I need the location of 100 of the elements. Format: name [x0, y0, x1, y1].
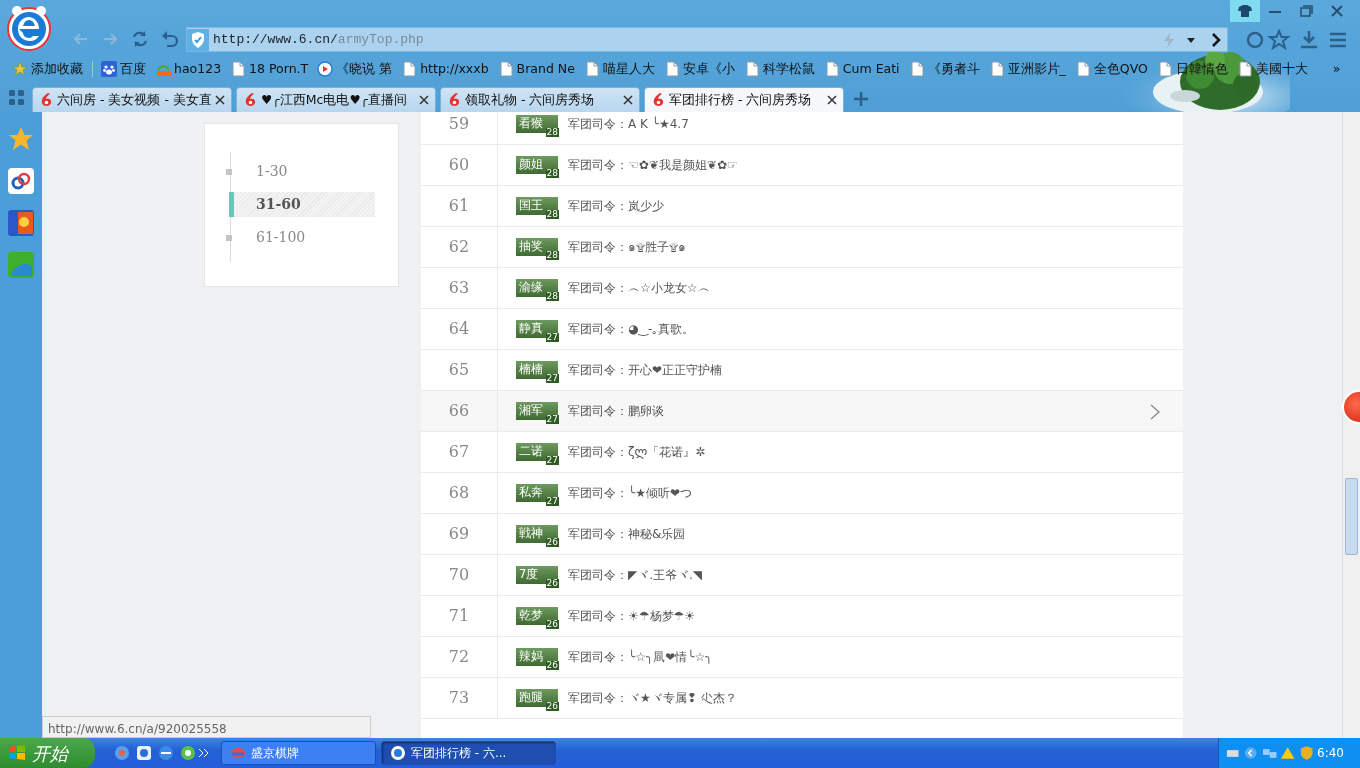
browser-icon[interactable] — [179, 744, 197, 762]
app-icon[interactable] — [135, 744, 153, 762]
warning-icon[interactable] — [1280, 745, 1296, 761]
rank-number: 64 — [421, 309, 498, 349]
bookmark[interactable]: 《晓说 第 — [313, 59, 398, 79]
taskbar-button[interactable]: 军团排行榜 - 六... — [381, 741, 556, 765]
badge-text: 看猴 — [519, 116, 543, 131]
close-icon[interactable] — [827, 95, 837, 105]
badge-level: 28 — [545, 169, 559, 178]
ranking-row[interactable]: 68 私奔 27 军团司令：╰★倾听❤つ — [421, 473, 1183, 514]
rank-number: 59 — [421, 112, 498, 144]
ranking-row[interactable]: 63 渝缘 28 军团司令：︵☆小龙女☆︵ — [421, 268, 1183, 309]
ranking-row[interactable]: 61 国王 28 军团司令：岚少少 — [421, 186, 1183, 227]
star-icon[interactable] — [1266, 27, 1292, 53]
ranking-row[interactable]: 70 7度 26 军团司令：◤ヾ.王爷ヾ.◥ — [421, 555, 1183, 596]
badge-level: 27 — [545, 333, 559, 342]
commander-name: 军团司令：︵☆小龙女☆︵ — [568, 280, 710, 297]
badge-level: 26 — [545, 702, 559, 711]
url-text: http://www.6.cn/armyTop.php — [213, 30, 424, 49]
badge-text: 戦神 — [519, 526, 543, 541]
bookmark[interactable]: 喵星人大 — [579, 59, 660, 79]
ranking-row[interactable]: 66 湘军 27 军团司令：鹏卵谈 — [421, 391, 1183, 432]
windows-logo-icon — [8, 744, 26, 762]
browser-logo[interactable] — [5, 4, 53, 52]
badge-level: 28 — [545, 251, 559, 260]
scrollbar-thumb[interactable] — [1345, 478, 1358, 555]
badge-level: 27 — [545, 374, 559, 383]
badge-text: 湘军 — [519, 403, 543, 418]
app-icon[interactable] — [8, 210, 34, 236]
ranking-row[interactable]: 72 辣妈 26 军团司令：╰☆╮凬❤情╰☆╮ — [421, 637, 1183, 678]
rank-number: 63 — [421, 268, 498, 308]
close-icon[interactable] — [623, 95, 633, 105]
commander-name: 军团司令：╰★倾听❤つ — [568, 484, 693, 502]
address-bar[interactable]: http://www.6.cn/armyTop.php — [186, 27, 1228, 52]
bookmark[interactable]: Brand Ne — [493, 59, 580, 79]
more-bookmarks-button[interactable]: » — [1328, 59, 1346, 79]
badge-level: 28 — [545, 292, 559, 301]
bookmark[interactable]: 科学松鼠 — [739, 59, 820, 79]
page-icon — [823, 61, 840, 77]
bookmark[interactable]: 全色QVO — [1070, 59, 1153, 79]
range-link[interactable]: 61-100 — [229, 225, 375, 250]
badge-text: 抽奖 — [519, 239, 543, 254]
tab-title: 军团排行榜 - 六间房秀场 — [669, 90, 813, 109]
star-icon — [12, 61, 28, 77]
ranking-row[interactable]: 71 乾梦 26 军团司令：☀☂杨梦☂☀ — [421, 596, 1183, 637]
badge-text: 国王 — [519, 198, 543, 213]
bookmark[interactable]: 18 Porn.T — [226, 59, 314, 79]
start-button[interactable]: 开始 — [0, 738, 95, 768]
badge-text: 私奔 — [519, 485, 543, 500]
badge-level: 28 — [545, 128, 559, 137]
browser-tab[interactable]: 军团排行榜 - 六间房秀场 — [644, 87, 844, 112]
ranking-row[interactable]: 59 看猴 28 军团司令：A K ╰★4.7 — [421, 112, 1183, 145]
browser-tab[interactable]: 六间房 - 美女视频 - 美女直 — [32, 87, 232, 112]
close-icon[interactable] — [215, 95, 225, 105]
page-icon — [663, 61, 680, 77]
badge-level: 26 — [545, 620, 559, 629]
bookmark[interactable]: 《勇者斗 — [904, 59, 985, 79]
ranking-row[interactable]: 67 二诺 27 军团司令：ζლ「花诺』✲ — [421, 432, 1183, 473]
bookmark[interactable]: Cum Eati — [819, 59, 905, 79]
rank-number: 73 — [421, 678, 498, 718]
commander-name: 军团司令：A K ╰★4.7 — [568, 115, 689, 133]
bookmark[interactable]: 百度 — [97, 59, 151, 79]
star-icon[interactable] — [8, 126, 34, 152]
bookmark[interactable]: 亚洲影片_ — [984, 59, 1071, 79]
badge-text: 7度 — [519, 567, 539, 582]
badge-text: 颜姐 — [519, 157, 543, 172]
bookmark[interactable]: 添加收藏 — [8, 59, 88, 79]
bookmark[interactable]: hao123 — [151, 59, 227, 79]
app-icon[interactable] — [8, 168, 34, 194]
rank-number: 67 — [421, 432, 498, 472]
browser-tab[interactable]: 领取礼物 - 六间房秀场 — [440, 87, 640, 112]
logo-icon — [651, 92, 665, 108]
clock: 6:40 — [1317, 745, 1344, 762]
taskbar-button[interactable]: 盛京棋牌 — [221, 741, 376, 765]
range-link[interactable]: 31-60 — [229, 192, 375, 217]
tab-title: 领取礼物 - 六间房秀场 — [465, 90, 596, 109]
status-url: http://www.6.cn/a/920025558 — [42, 716, 371, 738]
scrollbar[interactable] — [1342, 112, 1360, 738]
range-link[interactable]: 1-30 — [229, 159, 375, 184]
ranking-row[interactable]: 69 戦神 26 军团司令：神秘&乐园 — [421, 514, 1183, 555]
shield-icon[interactable] — [1298, 745, 1315, 761]
commander-name: 军团司令：开心❤正正守护楠 — [568, 362, 723, 379]
app-icon — [230, 745, 246, 761]
ranking-row[interactable]: 60 颜姐 28 军团司令：☜✿❦我是颜姐❦✿☞ — [421, 145, 1183, 186]
commander-name: 军团司令：ζლ「花诺』✲ — [568, 444, 706, 461]
badge-text: 跑腿 — [519, 690, 543, 705]
browser-icon[interactable] — [157, 744, 175, 762]
bookmark[interactable]: 安卓《小 — [659, 59, 740, 79]
ranking-row[interactable]: 64 静真 27 军团司令：◕‿-｡真歌。 — [421, 309, 1183, 350]
ranking-row[interactable]: 73 跑腿 26 军团司令：ヾ★ヾ专属❢ 尐杰？ — [421, 678, 1183, 719]
commander-name: 军团司令：☀☂杨梦☂☀ — [568, 608, 696, 625]
browser-tab[interactable]: ♥╭江西Mc电电♥╭直播间 — [236, 87, 436, 112]
chevrons-icon[interactable] — [197, 746, 211, 760]
page-icon — [988, 61, 1005, 77]
badge-text: 辣妈 — [519, 649, 543, 664]
bookmark[interactable]: 美國十大 — [1232, 59, 1313, 79]
close-icon[interactable] — [419, 95, 429, 105]
badge-level: 26 — [545, 538, 559, 547]
bookmark[interactable]: http://xxxb — [397, 59, 494, 79]
skin-icon[interactable] — [1230, 0, 1260, 22]
